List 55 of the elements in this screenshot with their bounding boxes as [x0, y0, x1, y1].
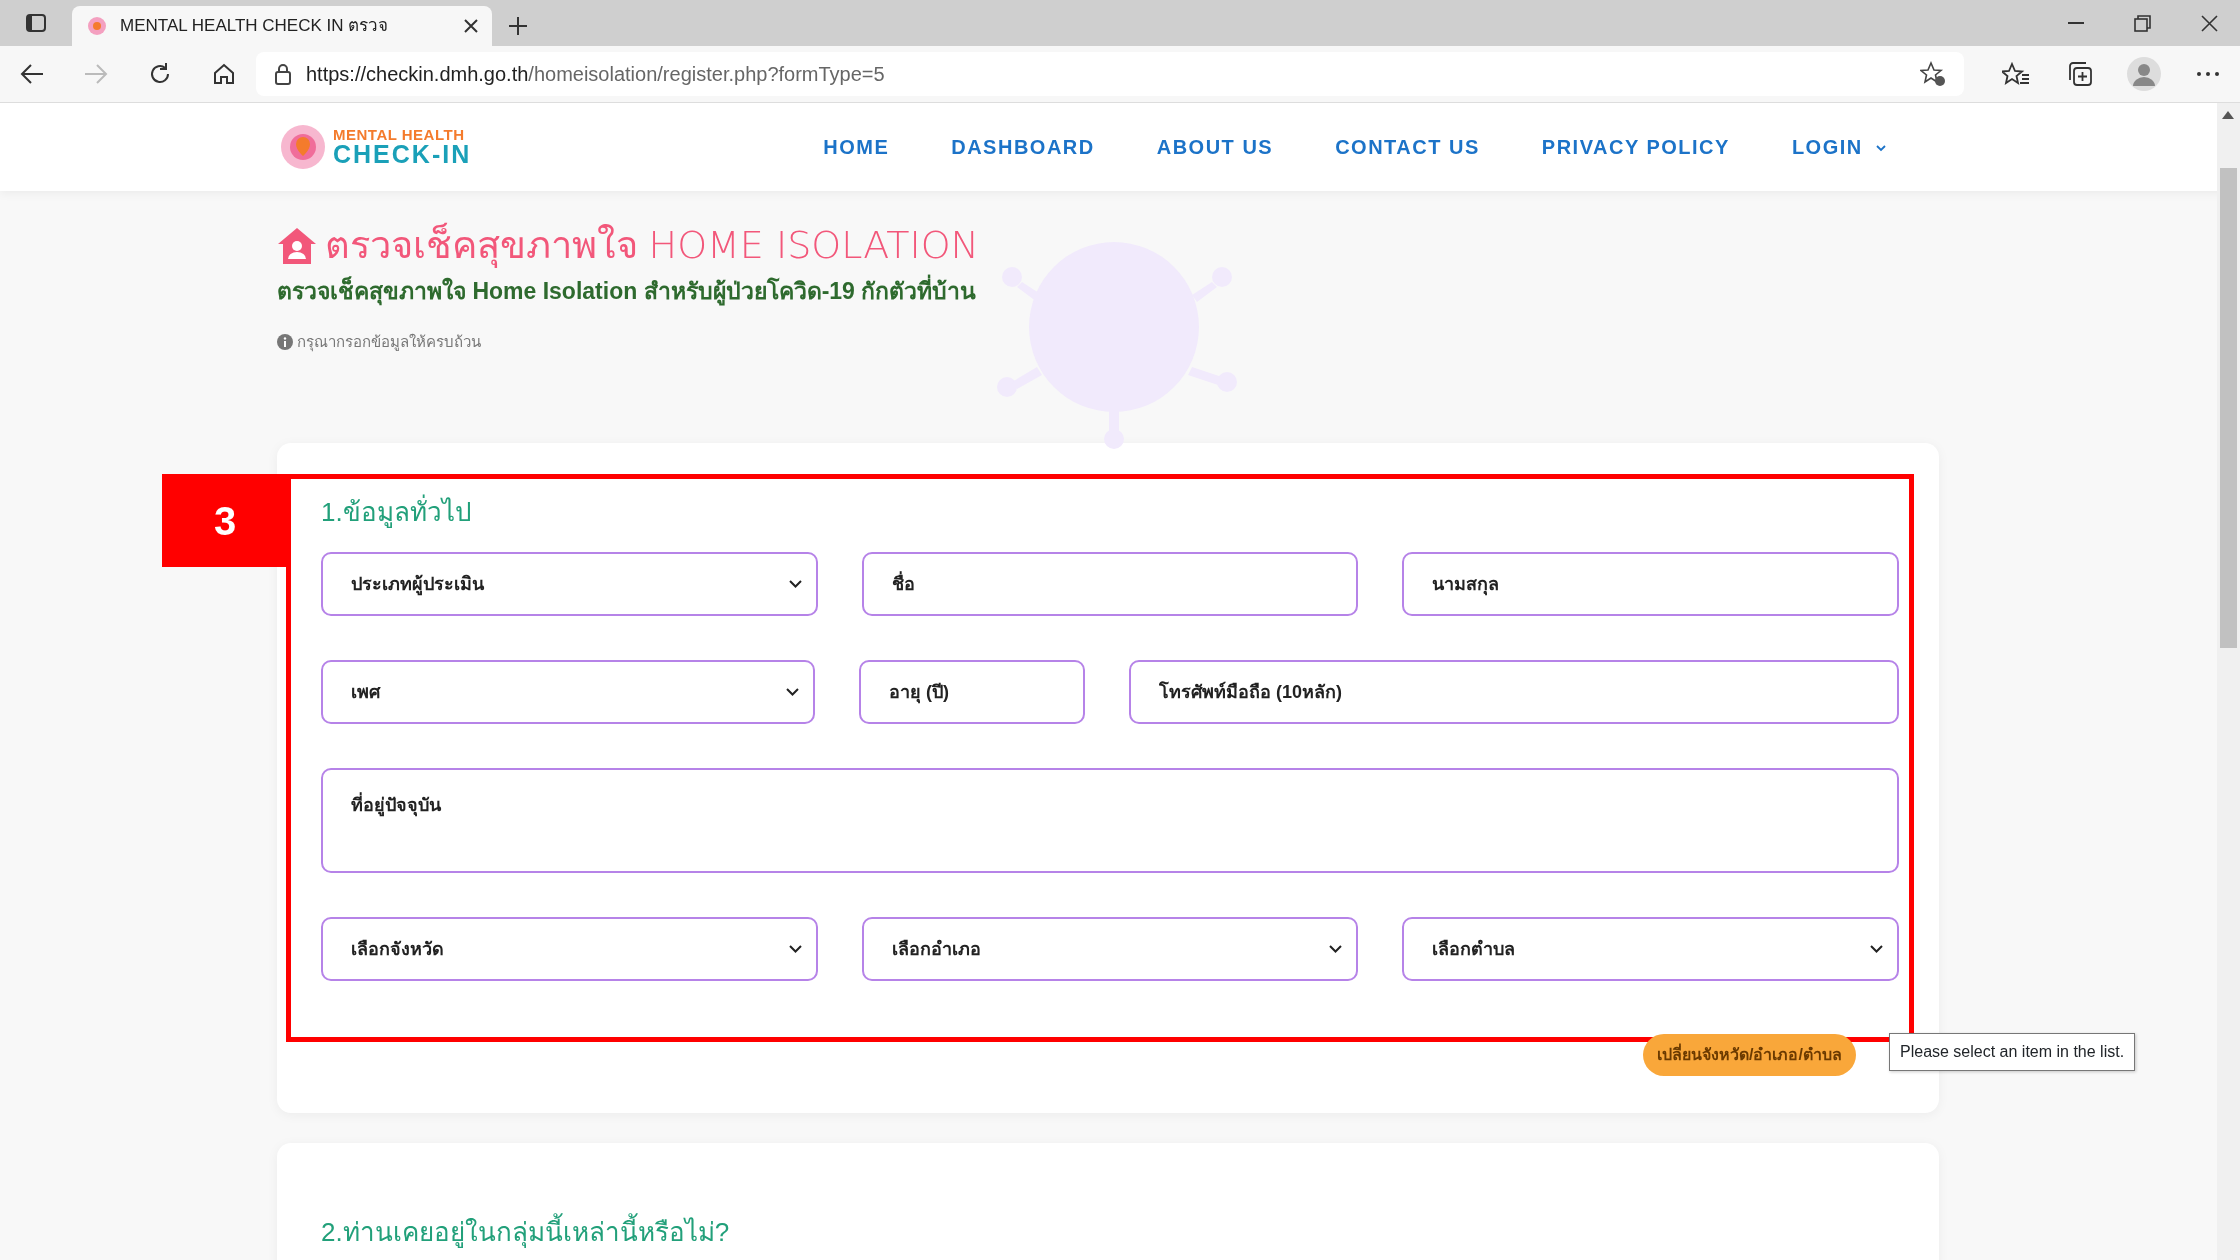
back-icon[interactable] — [20, 63, 44, 85]
restore-icon[interactable] — [2134, 14, 2151, 32]
chevron-icon — [1870, 945, 1883, 953]
section-heading: 1.ข้อมูลทั่วไป — [321, 493, 1899, 532]
browser-tab[interactable]: MENTAL HEALTH CHECK IN ตรวจ — [72, 6, 492, 46]
nav-link[interactable]: LOGIN — [1791, 132, 1886, 162]
dropdown[interactable]: เลือกตำบล — [1402, 917, 1899, 981]
change-location-button[interactable]: เปลี่ยนจังหวัด/อำเภอ/ตำบล — [1643, 1034, 1856, 1076]
dropdown[interactable]: เลือกอำเภอ — [861, 917, 1359, 981]
flower-icon — [86, 15, 108, 37]
logo-text: MENTAL HEALTH — [333, 127, 466, 142]
page-title: ตรวจเช็คสุขภาพใจ HOME ISOLATION — [325, 221, 979, 270]
nav-link[interactable]: CONTACT US — [1335, 132, 1480, 162]
input-field[interactable]: นามสกุล — [1402, 552, 1899, 616]
plus-icon[interactable] — [508, 16, 528, 36]
address-bar[interactable]: https://checkin.dmh.go.th/homeisolation/register.php?formType=5 — [256, 52, 1964, 96]
tab-title: MENTAL HEALTH CHECK IN ตรวจ — [120, 15, 390, 38]
home-icon[interactable] — [212, 62, 236, 86]
logo-text: CHECK-IN — [333, 142, 472, 167]
nav-link[interactable]: ABOUT US — [1156, 132, 1274, 162]
caret-icon — [1875, 145, 1886, 153]
page-subtitle: ตรวจเช็คสุขภาพใจ Home Isolation สำหรับผู้ป่วยโควิด-19 กักตัวที่บ้าน — [277, 274, 1939, 309]
dropdown[interactable]: เพศ — [321, 660, 815, 724]
star-add-icon[interactable] — [1920, 61, 1946, 87]
input-field[interactable]: ชื่อ — [861, 552, 1359, 616]
nav-link[interactable]: DASHBOARD — [951, 132, 1095, 162]
favorites-icon[interactable] — [2002, 62, 2030, 86]
nav-link[interactable]: PRIVACY POLICY — [1541, 132, 1730, 162]
close-icon[interactable] — [464, 19, 478, 33]
home-icon — [277, 226, 317, 265]
avatar-icon[interactable] — [2127, 57, 2161, 91]
chevron-icon — [1329, 945, 1343, 953]
sidebar-icon[interactable] — [25, 12, 47, 34]
chevron-icon — [788, 580, 802, 588]
chevron-icon — [788, 945, 802, 953]
notice-text: กรุณากรอกข้อมูลให้ครบถ้วน — [297, 331, 481, 353]
scrollbar-thumb[interactable] — [2220, 168, 2237, 648]
section-heading: 2.ท่านเคยอยู่ในกลุ่มนี้เหล่านี้หรือไม่? — [321, 1213, 1939, 1252]
chevron-icon — [786, 688, 799, 696]
step-number: 3 — [162, 474, 288, 567]
tooltip: Please select an item in the list. — [1889, 1033, 2136, 1071]
dropdown[interactable]: เลือกจังหวัด — [321, 917, 818, 981]
input-field[interactable]: อายุ (ปี) — [859, 660, 1085, 724]
scroll-up-icon[interactable] — [2222, 111, 2234, 119]
nav-link[interactable]: HOME — [823, 132, 890, 162]
more-icon[interactable] — [2197, 72, 2219, 76]
input-field[interactable]: โทรศัพท์มือถือ (10หลัก) — [1129, 660, 1899, 724]
lock-icon — [274, 63, 292, 85]
collections-icon[interactable] — [2067, 61, 2093, 87]
address-field[interactable]: ที่อยู่ปัจจุบัน — [321, 768, 1899, 873]
refresh-icon[interactable] — [148, 62, 172, 86]
info-icon — [277, 333, 293, 350]
dropdown[interactable]: ประเภทผู้ประเมิน — [321, 552, 818, 616]
close-icon[interactable] — [2201, 14, 2218, 32]
url-text: https://checkin.dmh.go.th/homeisolation/register.php?formType=5 — [306, 62, 886, 87]
